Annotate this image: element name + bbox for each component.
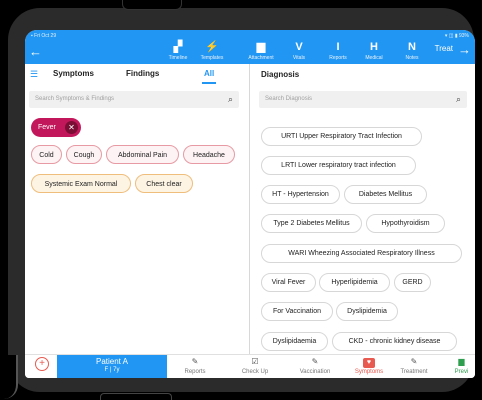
active-tab-indicator xyxy=(202,82,216,84)
back-arrow-icon[interactable]: ← xyxy=(29,44,42,59)
treat-button[interactable]: Treat xyxy=(435,44,453,53)
camera-notch xyxy=(122,0,182,10)
attachment-icon: ▆ xyxy=(256,41,266,53)
diagnosis-chip[interactable]: WARI Wheezing Associated Respiratory Ill… xyxy=(261,244,462,263)
diagnosis-chip[interactable]: Hyperlipidemia xyxy=(319,273,390,292)
symptom-tabs: ☰ Symptoms Findings All xyxy=(25,64,249,84)
patient-name: Patient A xyxy=(95,357,129,366)
bottom-treatment[interactable]: ✎ Treatment xyxy=(386,357,442,375)
app-screen: ▪ Fri Oct 29 ▾ ◫ ▮ 93% ← ▞ Timeline ⚡ Te… xyxy=(25,30,475,378)
symptom-search-input[interactable]: Search Symptoms & Findings ⌕ xyxy=(29,91,239,108)
diagnosis-chip[interactable]: GERD xyxy=(394,273,431,292)
tab-all[interactable]: All xyxy=(204,69,214,78)
add-icon[interactable]: + xyxy=(35,357,49,371)
search-icon: ⌕ xyxy=(455,94,461,104)
diagnosis-chip[interactable]: HT - Hypertension xyxy=(261,185,340,204)
tab-findings[interactable]: Findings xyxy=(126,69,159,78)
diagnosis-chip[interactable]: Dyslipidaemia xyxy=(261,332,328,351)
bottom-reports[interactable]: ✎ Reports xyxy=(167,357,223,375)
templates-icon: ⚡ xyxy=(205,41,219,53)
nav-templates[interactable]: ⚡ Templates xyxy=(196,40,228,61)
medical-letter-icon: H xyxy=(370,41,378,53)
symptom-chip[interactable]: Abdominal Pain xyxy=(106,145,179,164)
forward-arrow-icon[interactable]: → xyxy=(458,42,471,57)
symptom-chip[interactable]: Cough xyxy=(66,145,102,164)
pen-icon: ✎ xyxy=(191,357,199,366)
nav-medical[interactable]: H Medical xyxy=(358,40,390,61)
patient-gender-age: F | 7y xyxy=(104,367,120,373)
bottom-navigation-bar: + Patient A F | 7y ✎ Reports ☑ Check Up … xyxy=(25,354,475,378)
vitals-letter-icon: V xyxy=(295,41,303,53)
diagnosis-search-input[interactable]: Search Diagnosis ⌕ xyxy=(259,91,467,108)
patient-info-button[interactable]: Patient A F | 7y xyxy=(57,355,167,378)
printer-icon: ▆ xyxy=(458,357,465,366)
bottom-label: Previ xyxy=(454,369,469,375)
nav-notes[interactable]: N Notes xyxy=(396,40,428,61)
diagnosis-chip[interactable]: Viral Fever xyxy=(261,273,316,292)
nav-label: Notes xyxy=(405,55,419,61)
clipboard-icon: ☑ xyxy=(251,357,259,366)
bottom-vaccination[interactable]: ✎ Vaccination xyxy=(287,357,343,375)
nav-label: Vitals xyxy=(292,55,306,61)
chip-label: Fever xyxy=(38,124,56,131)
diagnosis-chip[interactable]: URTI Upper Respiratory Tract Infection xyxy=(261,127,422,146)
diagnosis-chip[interactable]: Type 2 Diabetes Mellitus xyxy=(261,214,362,233)
diagnosis-chip[interactable]: Hypothyroidism xyxy=(366,214,445,233)
search-placeholder: Search Diagnosis xyxy=(265,96,313,102)
nav-timeline[interactable]: ▞ Timeline xyxy=(162,40,194,61)
diagnosis-chip[interactable]: Dyslipidemia xyxy=(336,302,398,321)
bottom-label: Reports xyxy=(184,369,206,375)
nav-label: Medical xyxy=(365,55,383,61)
symptoms-panel: ☰ Symptoms Findings All Search Symptoms … xyxy=(25,64,250,354)
finding-chip[interactable]: Systemic Exam Normal xyxy=(31,174,131,193)
syringe-icon: ✎ xyxy=(311,357,319,366)
device-edge xyxy=(0,355,18,399)
diagnosis-chip[interactable]: LRTI Lower respiratory tract infection xyxy=(261,156,416,175)
nav-reports[interactable]: I Reports xyxy=(322,40,354,61)
notes-letter-icon: N xyxy=(408,41,416,53)
menu-icon[interactable]: ☰ xyxy=(30,69,38,80)
diagnosis-title: Diagnosis xyxy=(261,70,300,79)
diagnosis-panel: Diagnosis Search Diagnosis ⌕ URTI Upper … xyxy=(250,64,475,354)
nav-label: Templates xyxy=(200,55,224,61)
bottom-label: Treatment xyxy=(400,369,428,375)
nav-label: Reports xyxy=(329,55,347,61)
nav-attachment[interactable]: ▆ Attachment xyxy=(243,40,279,61)
nav-vitals[interactable]: V Vitals xyxy=(283,40,315,61)
pen-icon: ✎ xyxy=(410,357,418,366)
bottom-preview[interactable]: ▆ Previ xyxy=(448,357,475,375)
symptom-chip[interactable]: Headache xyxy=(183,145,235,164)
bottom-label: Vaccination xyxy=(299,369,331,375)
nav-label: Timeline xyxy=(168,55,188,61)
timeline-icon: ▞ xyxy=(173,41,183,53)
remove-chip-icon[interactable]: ✕ xyxy=(65,121,78,134)
top-navigation-bar: ▪ Fri Oct 29 ▾ ◫ ▮ 93% ← ▞ Timeline ⚡ Te… xyxy=(25,30,475,64)
bottom-label: Check Up xyxy=(241,369,269,375)
diagnosis-chip[interactable]: For Vaccination xyxy=(261,302,333,321)
status-time: ▪ Fri Oct 29 xyxy=(31,33,57,39)
symptom-chip[interactable]: Cold xyxy=(31,145,62,164)
search-icon: ⌕ xyxy=(227,94,233,104)
bottom-checkup[interactable]: ☑ Check Up xyxy=(227,357,283,375)
search-placeholder: Search Symptoms & Findings xyxy=(35,96,115,102)
reports-letter-icon: I xyxy=(336,41,340,53)
finding-chip[interactable]: Chest clear xyxy=(135,174,193,193)
nav-label: Attachment xyxy=(248,55,274,61)
selected-symptom-chip[interactable]: Fever ✕ xyxy=(31,118,81,137)
status-indicators: ▾ ◫ ▮ 93% xyxy=(444,33,469,39)
diagnosis-chip[interactable]: Diabetes Mellitus xyxy=(344,185,427,204)
diagnosis-chip[interactable]: CKD - chronic kidney disease xyxy=(332,332,457,351)
tab-symptoms[interactable]: Symptoms xyxy=(53,69,94,78)
